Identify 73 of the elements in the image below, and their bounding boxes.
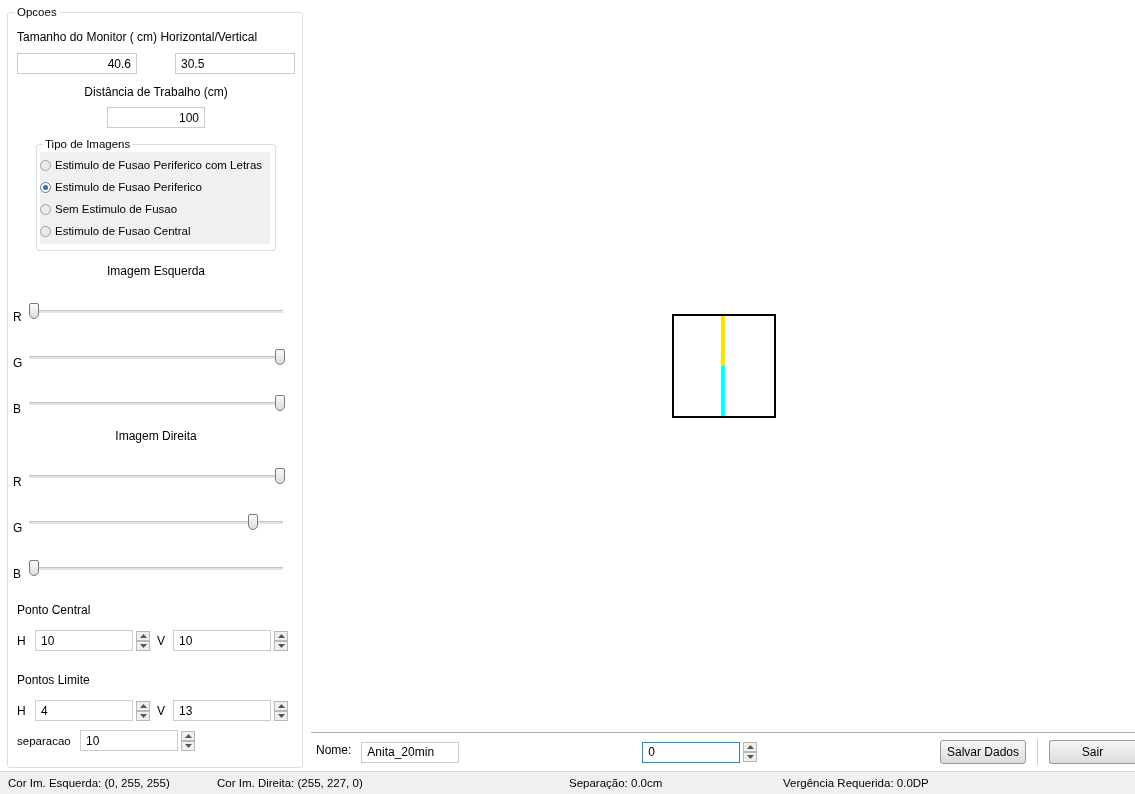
separation-field[interactable]: 10 (80, 730, 178, 751)
panel-title: Opcoes (17, 6, 57, 18)
name-label: Nome: (316, 743, 352, 757)
spin-down-button[interactable] (136, 640, 150, 651)
status-text: Cor Im. Esquerda: (0, 255, 255) (8, 777, 171, 789)
slider-thumb[interactable] (29, 303, 39, 319)
radio-option[interactable]: Estimulo de Fusao Periferico com Letras (40, 154, 270, 176)
down-arrow-icon (184, 743, 192, 748)
slider-thumb[interactable] (29, 560, 39, 576)
group-title: Tipo de Imagens (45, 138, 131, 150)
spin-up-button[interactable] (743, 742, 758, 752)
up-arrow-icon (139, 703, 147, 708)
channel-label: R (13, 310, 23, 324)
down-arrow-icon (139, 643, 147, 648)
spin-up-button[interactable] (136, 630, 150, 641)
point-section-title: Pontos Limite (17, 673, 91, 687)
status-text: Cor Im. Direita: (255, 227, 0) (217, 777, 364, 789)
radio-button[interactable] (40, 181, 51, 193)
down-arrow-icon (277, 713, 285, 718)
distance-field[interactable]: 100 (107, 107, 205, 128)
spin-down-button[interactable] (274, 640, 288, 651)
up-arrow-icon (277, 703, 285, 708)
channel-label: B (13, 567, 22, 581)
image-section-title: Imagem Direita (114, 429, 198, 443)
channel-label: R (13, 475, 23, 489)
slider-thumb[interactable] (247, 514, 258, 530)
monitor-size-label: Tamanho do Monitor ( cm) Horizontal/Vertical (17, 30, 259, 44)
radio-button[interactable] (40, 203, 51, 215)
distance-label: Distância de Trabalho (cm) (83, 85, 229, 99)
down-arrow-icon (277, 643, 285, 648)
name-field[interactable]: Anita_20min (361, 741, 460, 763)
spin-up-button[interactable] (181, 730, 195, 741)
up-arrow-icon (184, 733, 192, 738)
axis-label: V (157, 633, 166, 648)
spin-down-button[interactable] (274, 710, 288, 721)
spin-field[interactable]: 10 (173, 630, 271, 651)
spin-down-button[interactable] (136, 710, 150, 721)
down-arrow-icon (139, 713, 147, 718)
status-text: Vergência Requerida: 0.0DP (783, 777, 929, 789)
up-arrow-icon (277, 633, 285, 638)
channel-label: G (13, 356, 24, 370)
action-button[interactable]: Salvar Dados (940, 740, 1026, 764)
monitor-width-field[interactable]: 40.6 (17, 53, 137, 74)
axis-label: V (157, 703, 166, 718)
action-button[interactable]: Sair (1049, 740, 1135, 764)
radio-button[interactable] (40, 225, 51, 237)
spin-field[interactable]: 10 (35, 630, 133, 651)
status-text: Separação: 0.0cm (569, 777, 664, 789)
slider-thumb[interactable] (275, 395, 285, 411)
radio-option[interactable]: Estimulo de Fusao Periferico (40, 176, 270, 198)
slider-thumb[interactable] (275, 349, 285, 365)
radio-option[interactable]: Sem Estimulo de Fusao (40, 198, 270, 220)
spin-field[interactable]: 13 (173, 700, 271, 721)
down-arrow-icon (746, 755, 754, 759)
counter-field[interactable]: 0 (642, 741, 741, 763)
spin-up-button[interactable] (136, 700, 150, 711)
spin-down-button[interactable] (743, 752, 758, 762)
spin-down-button[interactable] (181, 740, 195, 751)
axis-label: H (17, 633, 27, 648)
spin-up-button[interactable] (274, 700, 288, 711)
up-arrow-icon (139, 633, 147, 638)
up-arrow-icon (746, 745, 754, 749)
image-section-title: Imagem Esquerda (105, 264, 207, 278)
spin-up-button[interactable] (274, 630, 288, 641)
channel-label: B (13, 402, 22, 416)
spin-field[interactable]: 4 (35, 700, 133, 721)
radio-button[interactable] (40, 159, 51, 171)
slider-thumb[interactable] (275, 468, 285, 484)
monitor-height-field[interactable]: 30.5 (175, 53, 295, 74)
channel-label: G (13, 521, 24, 535)
radio-option[interactable]: Estimulo de Fusao Central (40, 220, 270, 242)
point-section-title: Ponto Central (17, 603, 92, 617)
axis-label: H (17, 703, 27, 718)
